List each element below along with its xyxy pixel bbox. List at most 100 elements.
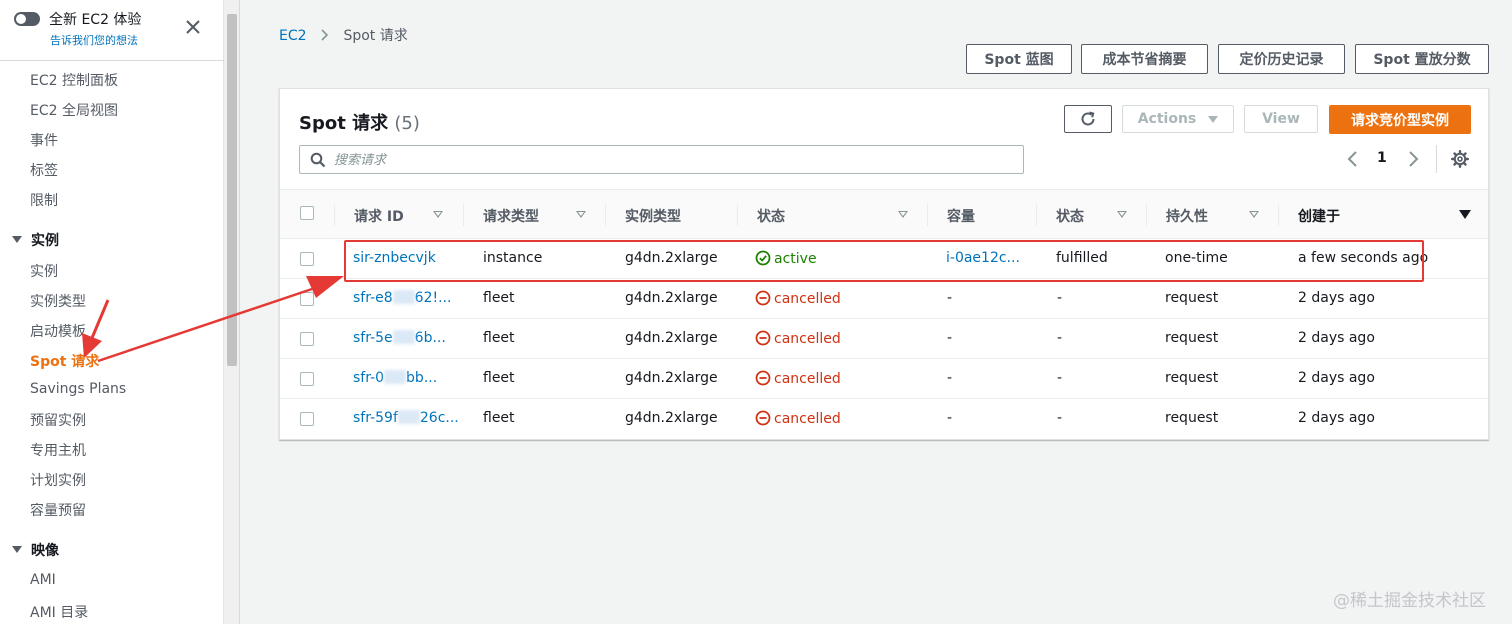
state-text: cancelled — [774, 371, 841, 387]
column-header-instance-type[interactable]: 实例类型 — [625, 206, 681, 226]
status-text: fulfilled — [1056, 250, 1108, 266]
instance-type: g4dn.2xlarge — [625, 370, 718, 386]
feedback-link[interactable]: 告诉我们您的想法 — [50, 32, 138, 48]
placement-score-button[interactable]: Spot 置放分数 — [1355, 44, 1489, 74]
panel-title: Spot 请求 (5) — [299, 109, 420, 135]
column-divider — [463, 204, 464, 226]
actions-dropdown[interactable]: Actions — [1122, 105, 1234, 133]
request-id-link[interactable]: sfr-59f 26c... — [353, 410, 459, 426]
spot-blueprint-button[interactable]: Spot 蓝图 — [966, 44, 1072, 74]
sidebar-item-limits[interactable]: 限制 — [30, 190, 58, 210]
row-checkbox[interactable] — [300, 372, 314, 386]
table-row[interactable]: sfr-59f 26c... fleet g4dn.2xlarge cancell… — [280, 399, 1488, 439]
column-header-capacity[interactable]: 容量 — [947, 206, 975, 226]
created-time: 2 days ago — [1298, 290, 1375, 306]
column-divider — [334, 204, 335, 226]
page-number[interactable]: 1 — [1377, 150, 1387, 166]
select-all-checkbox[interactable] — [300, 206, 314, 220]
sidebar: 全新 EC2 体验 告诉我们您的想法 EC2 控制面板 EC2 全局视图 事件 … — [0, 0, 224, 624]
section-label: 映像 — [31, 543, 59, 559]
sidebar-item-savings-plans[interactable]: Savings Plans — [30, 381, 126, 397]
gear-icon[interactable] — [1451, 150, 1469, 168]
row-checkbox[interactable] — [300, 412, 314, 426]
request-id-link[interactable]: sfr-e8 62!... — [353, 290, 451, 306]
sort-icon[interactable] — [1249, 211, 1259, 218]
no-entry-icon — [755, 290, 771, 306]
status-text: - — [1057, 370, 1063, 386]
column-header-state[interactable]: 状态 — [757, 206, 785, 226]
search-input[interactable] — [334, 150, 1014, 170]
column-header-persistence[interactable]: 持久性 — [1166, 206, 1208, 226]
sidebar-item-instance-types[interactable]: 实例类型 — [30, 291, 86, 311]
sidebar-item-dedicated-hosts[interactable]: 专用主机 — [30, 440, 86, 460]
new-experience-toggle[interactable] — [14, 12, 40, 26]
sidebar-item-ami[interactable]: AMI — [30, 572, 56, 588]
state-badge: cancelled — [755, 410, 841, 427]
sidebar-item-ami-catalog[interactable]: AMI 目录 — [30, 602, 88, 622]
column-header-request-id[interactable]: 请求 ID — [354, 206, 404, 226]
request-id-suffix: 6b... — [414, 330, 446, 346]
sort-icon[interactable] — [898, 211, 908, 218]
sort-descending-icon[interactable] — [1459, 210, 1471, 219]
no-entry-icon — [755, 370, 771, 386]
table-row[interactable]: sfr-5e 6b... fleet g4dn.2xlarge cancelled… — [280, 319, 1488, 359]
sidebar-item-capacity-reservations[interactable]: 容量预留 — [30, 500, 86, 520]
sidebar-item-spot-requests[interactable]: Spot 请求 — [30, 351, 99, 371]
sidebar-item-reserved-instances[interactable]: 预留实例 — [30, 410, 86, 430]
state-badge: cancelled — [755, 370, 841, 387]
capacity-link[interactable]: i-0ae12c... — [946, 250, 1020, 266]
savings-summary-button[interactable]: 成本节省摘要 — [1081, 44, 1208, 74]
column-header-request-type[interactable]: 请求类型 — [483, 206, 539, 226]
table-row[interactable]: sir-znbecvjk instance g4dn.2xlarge activ… — [280, 239, 1488, 279]
chevron-left-icon[interactable] — [1346, 150, 1360, 168]
request-spot-instances-button[interactable]: 请求竞价型实例 — [1329, 105, 1471, 134]
chevron-right-icon[interactable] — [1406, 150, 1420, 168]
sort-icon[interactable] — [576, 211, 586, 218]
row-checkbox[interactable] — [300, 252, 314, 266]
column-divider — [1146, 204, 1147, 226]
refresh-button[interactable] — [1064, 105, 1112, 133]
table-row[interactable]: sfr-0 bb... fleet g4dn.2xlarge cancelled … — [280, 359, 1488, 399]
row-checkbox[interactable] — [300, 292, 314, 306]
sidebar-section-images[interactable]: 映像 — [12, 540, 59, 560]
instance-type: g4dn.2xlarge — [625, 330, 718, 346]
section-label: 实例 — [31, 233, 59, 249]
request-id-link[interactable]: sfr-0 bb... — [353, 370, 437, 386]
sidebar-item-ec2-dashboard[interactable]: EC2 控制面板 — [30, 70, 118, 90]
capacity: - — [947, 330, 953, 346]
close-icon[interactable] — [184, 18, 202, 36]
sidebar-scrollbar[interactable] — [224, 0, 240, 624]
request-type: instance — [483, 250, 543, 266]
sort-icon[interactable] — [433, 211, 443, 218]
row-checkbox[interactable] — [300, 332, 314, 346]
sidebar-item-ec2-global-view[interactable]: EC2 全局视图 — [30, 100, 118, 120]
sidebar-item-instances[interactable]: 实例 — [30, 261, 58, 281]
sort-icon[interactable] — [1117, 211, 1127, 218]
sidebar-item-scheduled-instances[interactable]: 计划实例 — [30, 470, 86, 490]
column-divider — [1036, 204, 1037, 226]
search-box[interactable] — [299, 145, 1024, 174]
table-row[interactable]: sfr-e8 62!... fleet g4dn.2xlarge cancelle… — [280, 279, 1488, 319]
sidebar-item-tags[interactable]: 标签 — [30, 160, 58, 180]
sidebar-item-launch-templates[interactable]: 启动模板 — [30, 321, 86, 341]
created-time: a few seconds ago — [1298, 250, 1429, 266]
table-header: 请求 ID 请求类型 实例类型 状态 容量 状态 持久性 创建于 — [280, 189, 1488, 239]
pager-divider — [1436, 145, 1437, 173]
column-header-created[interactable]: 创建于 — [1298, 206, 1340, 226]
pricing-history-button[interactable]: 定价历史记录 — [1218, 44, 1345, 74]
chevron-right-icon — [321, 28, 329, 44]
breadcrumb-ec2-link[interactable]: EC2 — [279, 28, 307, 44]
panel-title-text: Spot 请求 — [299, 113, 389, 134]
sidebar-item-events[interactable]: 事件 — [30, 130, 58, 150]
redacted-mask — [397, 410, 420, 424]
view-button[interactable]: View — [1244, 105, 1318, 133]
request-id-link[interactable]: sir-znbecvjk — [353, 250, 436, 266]
scrollbar-thumb[interactable] — [227, 14, 237, 366]
request-id-link[interactable]: sfr-5e 6b... — [353, 330, 446, 346]
persistence: request — [1165, 410, 1219, 426]
watermark: @稀土掘金技术社区 — [1333, 591, 1486, 611]
column-header-status[interactable]: 状态 — [1056, 206, 1084, 226]
created-time: 2 days ago — [1298, 370, 1375, 386]
sidebar-section-instances[interactable]: 实例 — [12, 230, 59, 250]
actions-label: Actions — [1137, 111, 1197, 127]
